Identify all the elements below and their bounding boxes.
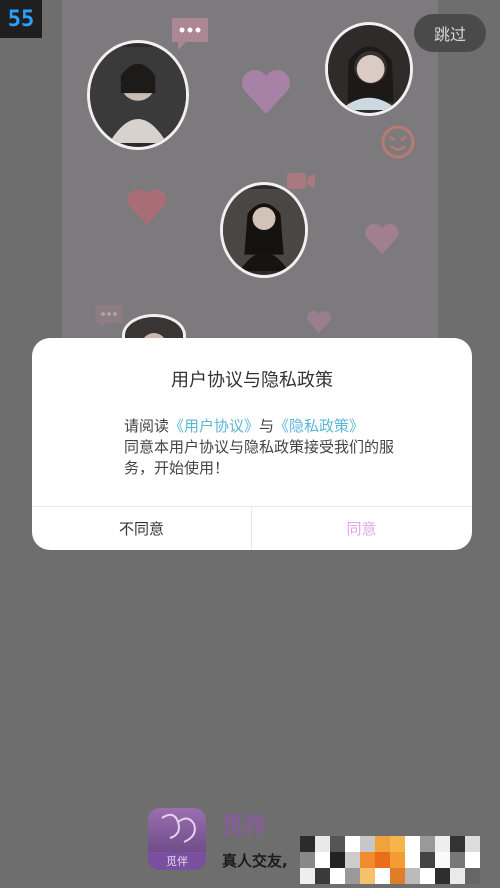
app-logo-tag: 觅伴 [148, 852, 206, 870]
user-agreement-link[interactable]: 《用户协议》 [169, 417, 259, 435]
heart-icon [306, 310, 332, 333]
app-tagline: 真人交友, [222, 852, 288, 870]
chat-bubble-icon [95, 305, 123, 329]
smiley-icon [381, 125, 415, 159]
app-logo: 觅伴 [148, 808, 206, 870]
heart-icon [127, 189, 167, 225]
pixelated-redaction [300, 836, 480, 884]
avatar [87, 40, 189, 150]
body-conjunction: 与 [259, 417, 275, 435]
agree-button[interactable]: 同意 [252, 506, 471, 550]
disagree-button[interactable]: 不同意 [32, 506, 251, 550]
privacy-policy-link[interactable]: 《隐私政策》 [274, 417, 364, 435]
body-text: 同意本用户协议与隐私政策接受我们的服务，开始使用！ [124, 438, 395, 477]
privacy-consent-dialog: 用户协议与隐私政策 请阅读《用户协议》与《隐私政策》同意本用户协议与隐私政策接受… [32, 338, 472, 550]
video-camera-icon [287, 173, 315, 189]
avatar [325, 22, 413, 116]
fps-counter-badge: 55 [0, 0, 42, 38]
app-logo-mark [161, 813, 196, 843]
body-prefix: 请阅读 [124, 417, 170, 435]
heart-icon [365, 223, 399, 255]
heart-icon [241, 69, 291, 114]
dialog-body: 请阅读《用户协议》与《隐私政策》同意本用户协议与隐私政策接受我们的服务，开始使用… [124, 416, 394, 479]
app-name: 觅伴 [222, 814, 267, 839]
avatar [220, 182, 308, 278]
dialog-title: 用户协议与隐私政策 [171, 370, 333, 391]
skip-button[interactable]: 跳过 [414, 14, 486, 52]
chat-bubble-icon [172, 18, 208, 50]
